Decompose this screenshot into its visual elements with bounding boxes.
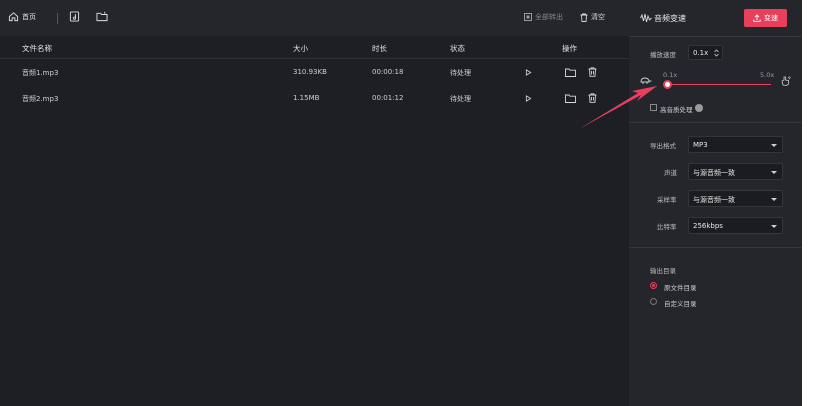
right-margin [802,0,816,406]
arrow-shape [579,86,657,129]
audio-speed-app: 首页 全部转出 清空 文件名称 大小 时长 状态 操作 音频1.mp3 310.… [0,0,802,406]
annotation-arrow [579,86,657,129]
